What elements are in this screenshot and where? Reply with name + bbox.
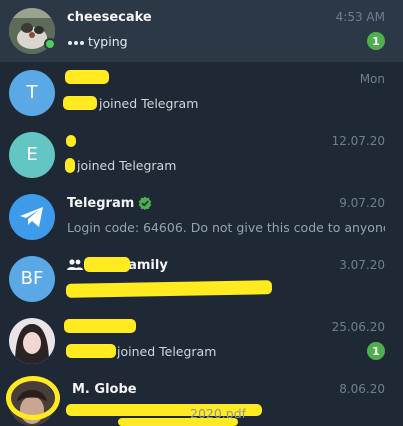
avatar: T bbox=[9, 70, 55, 116]
chat-time: Mon bbox=[359, 72, 385, 86]
chat-preview: joined Telegram bbox=[99, 96, 199, 111]
chat-preview-text: typing bbox=[88, 34, 128, 49]
redaction-mark bbox=[66, 135, 76, 147]
avatar-initials: T bbox=[26, 82, 38, 103]
redaction-mark bbox=[6, 376, 60, 420]
avatar: BF bbox=[9, 256, 55, 302]
avatar-initials: E bbox=[26, 144, 38, 165]
chat-name: Telegram bbox=[67, 196, 152, 214]
chat-time: 8.06.20 bbox=[339, 382, 385, 396]
chat-time: 12.07.20 bbox=[331, 134, 385, 148]
avatar bbox=[9, 194, 55, 240]
chat-name-text: Telegram bbox=[67, 196, 135, 211]
redaction-mark bbox=[65, 70, 109, 84]
chat-time: 9.07.20 bbox=[339, 196, 385, 210]
redaction-mark bbox=[84, 257, 130, 272]
chat-preview: joined Telegram bbox=[117, 344, 217, 359]
chat-row-cheesecake[interactable]: cheesecake 4:53 AM typing 1 bbox=[0, 0, 403, 62]
redaction-mark bbox=[65, 280, 273, 298]
avatar: E bbox=[9, 132, 55, 178]
redaction-mark bbox=[66, 344, 116, 358]
redaction-mark bbox=[64, 319, 136, 333]
chat-preview: typing bbox=[67, 34, 128, 49]
chat-time: 4:53 AM bbox=[335, 10, 385, 24]
chat-row[interactable]: T Mon joined Telegram bbox=[0, 62, 403, 124]
online-indicator bbox=[44, 38, 56, 50]
chat-row-telegram[interactable]: Telegram 9.07.20 Login code: 64606. Do n… bbox=[0, 186, 403, 248]
chat-name: M. Globe bbox=[72, 382, 137, 397]
avatar bbox=[9, 318, 55, 364]
unread-badge: 1 bbox=[367, 32, 385, 50]
avatar-initials: BF bbox=[20, 268, 44, 289]
group-icon bbox=[67, 259, 83, 275]
verified-icon bbox=[138, 196, 152, 214]
chat-row[interactable]: 25.06.20 joined Telegram 1 bbox=[0, 310, 403, 372]
chat-row[interactable]: E 12.07.20 joined Telegram bbox=[0, 124, 403, 186]
chat-time: 3.07.20 bbox=[339, 258, 385, 272]
chat-name: cheesecake bbox=[67, 10, 152, 25]
chat-preview: Login code: 64606. Do not give this code… bbox=[67, 220, 385, 235]
redaction-mark bbox=[63, 96, 97, 110]
unread-badge: 1 bbox=[367, 342, 385, 360]
avatar-photo bbox=[9, 318, 55, 364]
chat-preview: joined Telegram bbox=[77, 158, 177, 173]
chat-time: 25.06.20 bbox=[331, 320, 385, 334]
chat-row[interactable]: M. Globe 8.06.20 2020.pdf bbox=[0, 372, 403, 426]
chat-row-group[interactable]: BF Family 3.07.20 bbox=[0, 248, 403, 310]
redaction-mark bbox=[118, 418, 238, 426]
typing-dots-icon bbox=[67, 34, 85, 49]
redaction-mark bbox=[65, 158, 75, 173]
telegram-plane-icon bbox=[20, 207, 43, 227]
chat-list: cheesecake 4:53 AM typing 1 T Mon joined… bbox=[0, 0, 403, 426]
